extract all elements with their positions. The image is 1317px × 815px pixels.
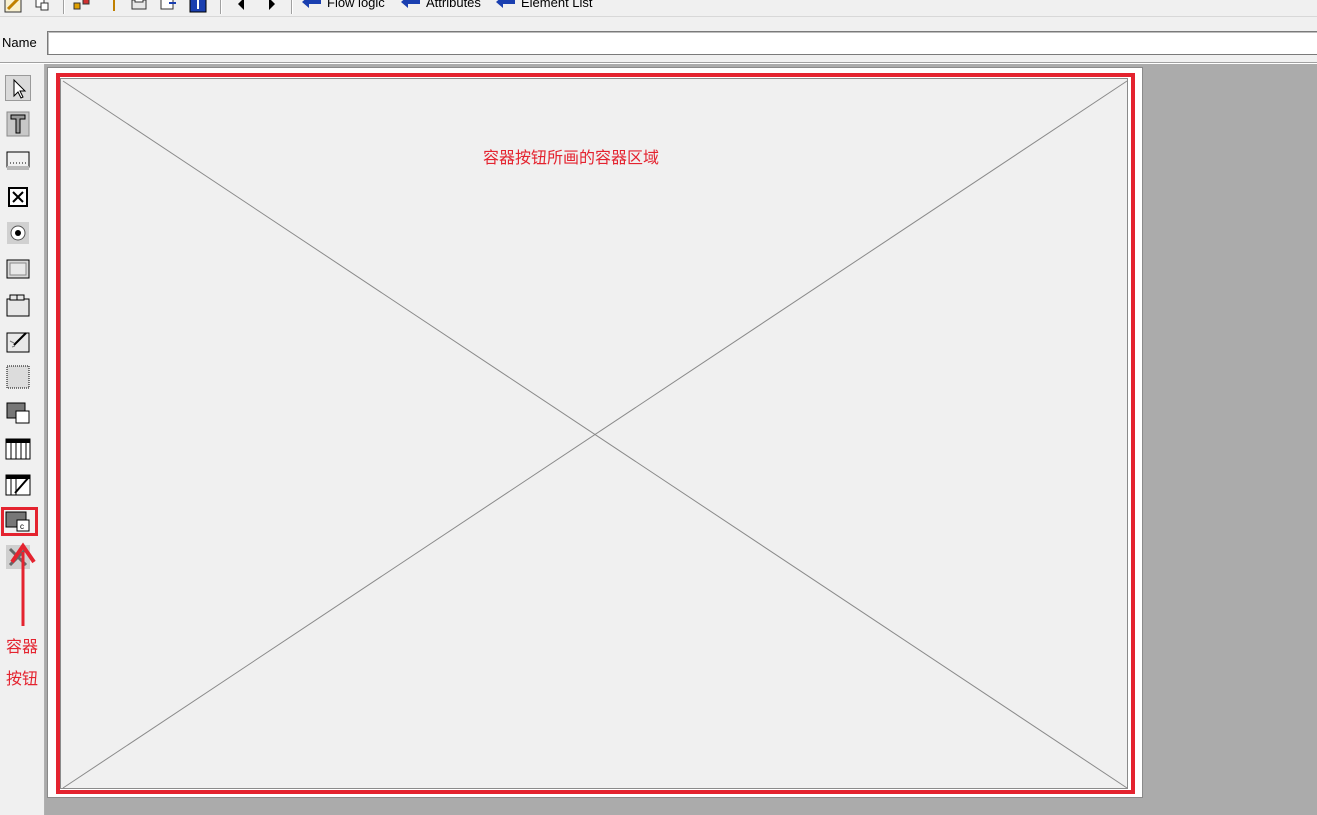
toolbar-separator (220, 0, 222, 14)
pin-icon[interactable] (104, 0, 124, 13)
name-label: Name (2, 35, 37, 50)
box-icon[interactable] (5, 364, 31, 390)
custom-container-area[interactable] (60, 78, 1128, 789)
nav-attributes[interactable]: Attributes (399, 0, 481, 10)
toolbar: Flow logic Attributes Element List (0, 0, 1317, 17)
annotation-label: 容器按钮 (6, 639, 39, 688)
table-control-icon[interactable] (5, 436, 31, 462)
name-input[interactable] (47, 31, 1317, 55)
hierarchy-icon[interactable] (72, 0, 92, 13)
back-arrow-icon (302, 0, 321, 8)
nav-element-list-label: Element List (521, 0, 593, 10)
nav-element-list[interactable]: Element List (494, 0, 593, 10)
tabstrip-icon[interactable] (5, 292, 31, 318)
pushbutton-icon[interactable] (5, 256, 31, 282)
back-arrow-icon (401, 0, 420, 8)
layout-icon[interactable] (32, 0, 52, 13)
text-field-icon[interactable] (5, 111, 31, 137)
pointer-icon[interactable] (5, 75, 31, 101)
table-control-wizard-icon[interactable] (5, 472, 31, 498)
toolbar-separator (63, 0, 65, 14)
transport-icon[interactable] (159, 0, 179, 13)
checkbox-icon[interactable] (5, 184, 31, 210)
edit-icon[interactable] (4, 0, 24, 13)
previous-icon[interactable] (232, 0, 252, 13)
back-arrow-icon (496, 0, 515, 8)
subscreen-icon[interactable] (5, 400, 31, 426)
input-field-icon[interactable] (5, 147, 31, 173)
nav-flow-logic-label: Flow logic (327, 0, 385, 10)
annotation-arrow-icon (10, 542, 36, 626)
container-placeholder-cross (62, 80, 1128, 789)
nav-attributes-label: Attributes (426, 0, 481, 10)
radio-button-icon[interactable] (5, 220, 31, 246)
annotation-highlight-box (1, 507, 38, 536)
nav-flow-logic[interactable]: Flow logic (300, 0, 385, 10)
next-icon[interactable] (262, 0, 282, 13)
info-icon[interactable] (188, 0, 208, 13)
container-area-caption: 容器按钮所画的容器区域 (483, 150, 660, 167)
print-icon[interactable] (130, 0, 150, 13)
tabstrip-wizard-icon[interactable] (5, 328, 31, 354)
toolbar-separator (291, 0, 293, 14)
